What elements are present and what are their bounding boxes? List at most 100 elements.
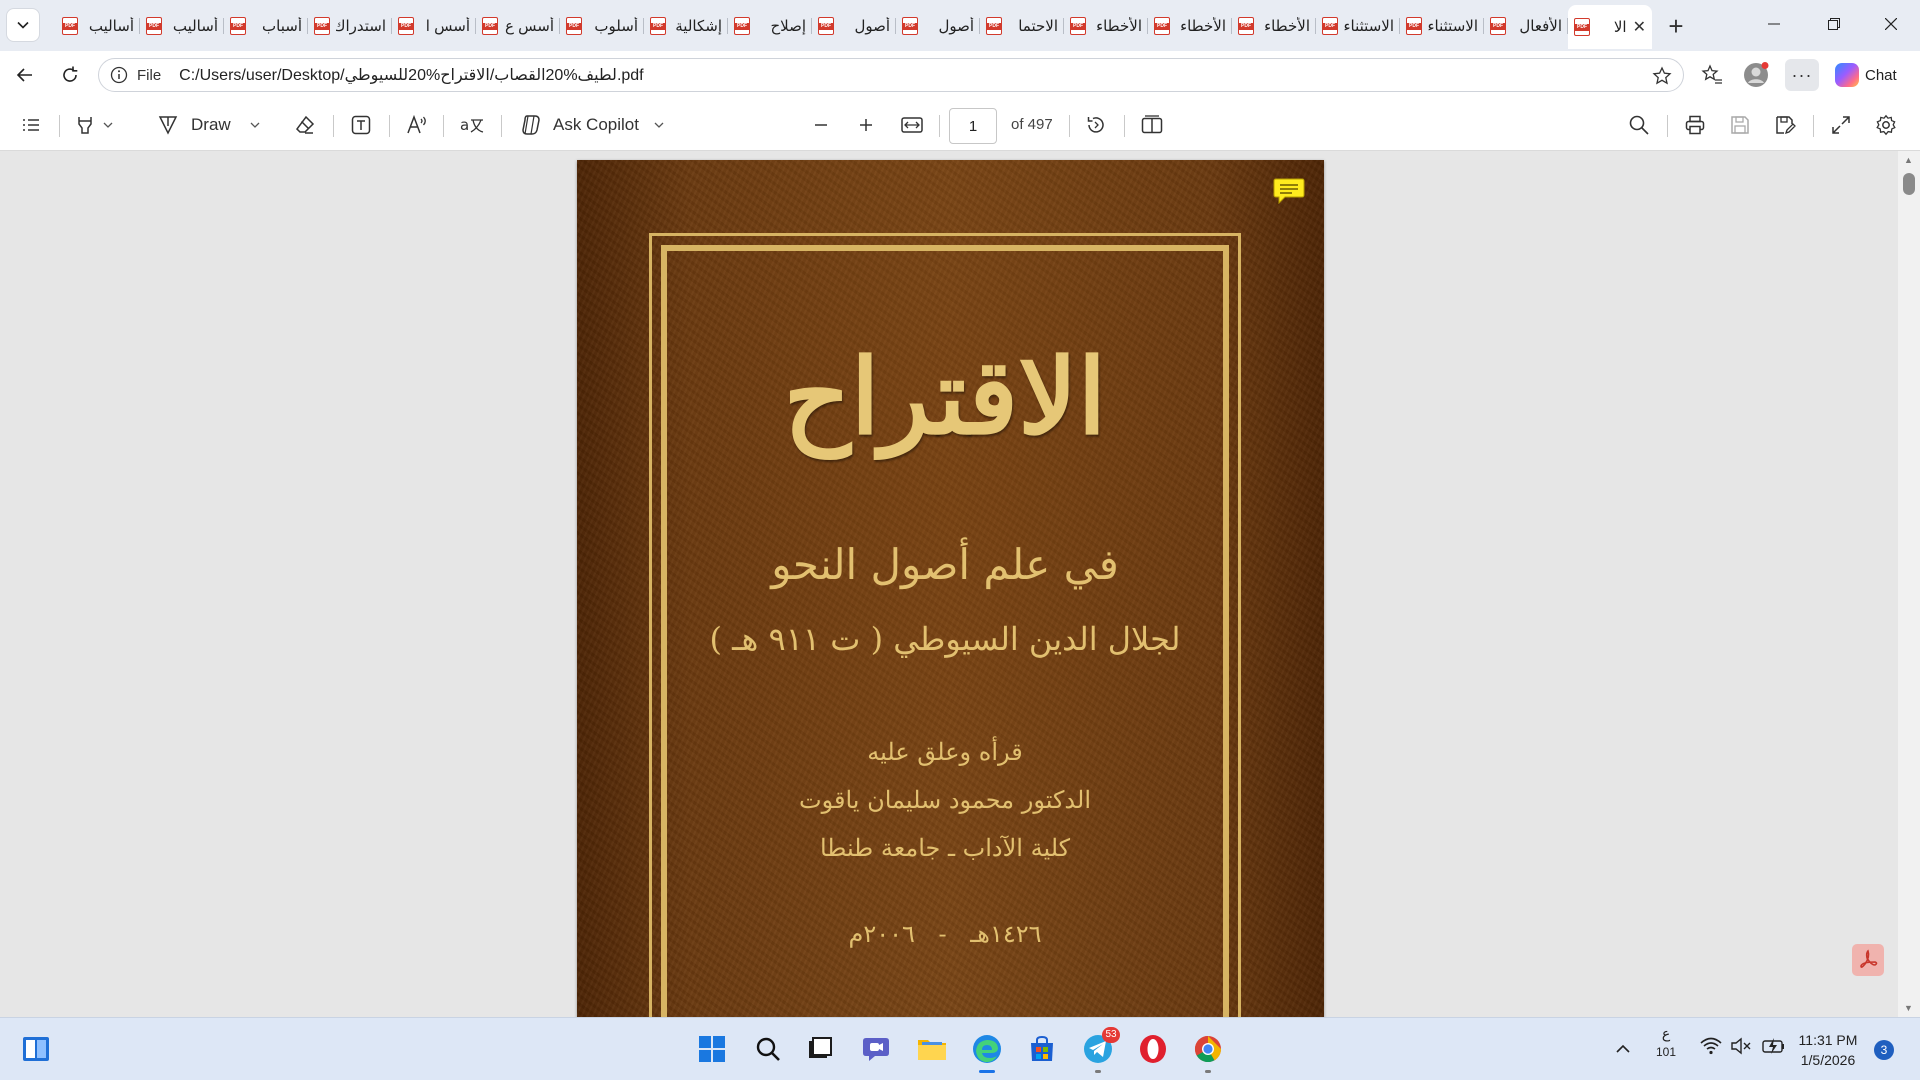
tab-title: استدراك: [336, 18, 386, 35]
draw-button[interactable]: Draw: [157, 109, 261, 141]
show-hidden-icons-button[interactable]: [1604, 1029, 1642, 1069]
fit-to-width-button[interactable]: [900, 109, 924, 141]
close-window-button[interactable]: [1862, 0, 1920, 48]
add-text-button[interactable]: [350, 109, 372, 141]
tab[interactable]: الاحتما: [980, 6, 1064, 46]
tab[interactable]: أصول: [812, 6, 896, 46]
back-button[interactable]: [9, 59, 41, 91]
tab-title: إشكالية: [675, 18, 722, 35]
copilot-chat-button[interactable]: Chat: [1829, 58, 1915, 92]
ask-copilot-button[interactable]: Ask Copilot: [519, 109, 665, 141]
tab[interactable]: الأخطاء: [1064, 6, 1148, 46]
tab[interactable]: استدراك: [308, 6, 392, 46]
vertical-scrollbar[interactable]: ▲ ▼: [1898, 151, 1920, 1017]
scroll-down-arrow-icon[interactable]: ▼: [1904, 1003, 1913, 1013]
fullscreen-button[interactable]: [1830, 109, 1852, 141]
tab[interactable]: الأخطاء: [1148, 6, 1232, 46]
page-number-input[interactable]: 1: [949, 108, 997, 144]
profile-button[interactable]: [1740, 59, 1772, 91]
tab[interactable]: أسلوب: [560, 6, 644, 46]
close-tab-icon[interactable]: ✕: [1633, 17, 1646, 37]
tab-title: أسس ا: [425, 18, 470, 35]
clock-time: 11:31 PM: [1798, 1032, 1858, 1048]
gear-icon: [1876, 114, 1896, 136]
wifi-icon: [1700, 1037, 1722, 1055]
input-language-indicator[interactable]: ع 101: [1654, 1024, 1678, 1062]
tab[interactable]: أساليب: [140, 6, 224, 46]
pdf-file-icon: [1322, 17, 1338, 35]
print-button[interactable]: [1684, 109, 1706, 141]
comment-note-icon[interactable]: [1273, 178, 1305, 205]
page-view-button[interactable]: [1140, 109, 1164, 141]
tab-actions-menu-button[interactable]: [6, 8, 40, 42]
contents-button[interactable]: [20, 109, 42, 141]
tab-active[interactable]: الا ✕: [1568, 5, 1652, 49]
zoom-in-button[interactable]: [856, 109, 876, 141]
chrome-button[interactable]: [1188, 1029, 1228, 1073]
edge-taskbar-button[interactable]: [967, 1029, 1007, 1073]
telegram-button[interactable]: 53: [1078, 1027, 1120, 1073]
tab[interactable]: الاستثناء: [1400, 6, 1484, 46]
store-icon: [1031, 1035, 1053, 1061]
favorites-button[interactable]: [1696, 59, 1728, 91]
pdf-file-icon: [482, 17, 498, 35]
address-url[interactable]: C:/Users/user/Desktop/لطيف%20القصاب/الاق…: [179, 65, 643, 85]
read-aloud-button[interactable]: [405, 109, 429, 141]
ask-copilot-label: Ask Copilot: [553, 115, 639, 134]
search-button[interactable]: [748, 1029, 788, 1069]
favorite-star-icon[interactable]: [1651, 65, 1673, 87]
chevron-down-icon[interactable]: [102, 119, 114, 131]
tab-title: أساليب: [172, 18, 218, 35]
tab[interactable]: إصلاح: [728, 6, 812, 46]
save-as-icon: [1776, 116, 1796, 135]
refresh-button[interactable]: [54, 59, 86, 91]
erase-button[interactable]: [294, 109, 316, 141]
arrow-left-icon: [16, 68, 32, 82]
tab[interactable]: الاستثناء: [1316, 6, 1400, 46]
network-status[interactable]: [1700, 1036, 1722, 1059]
pdf-settings-button[interactable]: [1875, 109, 1897, 141]
toolbar-divider: [59, 115, 60, 137]
favorites-icon: [1701, 64, 1722, 84]
tab[interactable]: أسباب: [224, 6, 308, 46]
scrollbar-thumb[interactable]: [1903, 173, 1915, 195]
scroll-up-arrow-icon[interactable]: ▲: [1904, 155, 1913, 165]
teams-chat-button[interactable]: [856, 1029, 896, 1069]
tab[interactable]: أسس ع: [476, 6, 560, 46]
tab[interactable]: الأخطاء: [1232, 6, 1316, 46]
adobe-acrobat-button[interactable]: [1852, 944, 1884, 976]
new-tab-button[interactable]: +: [1660, 10, 1692, 42]
address-bar[interactable]: File C:/Users/user/Desktop/لطيف%20القصاب…: [98, 58, 1684, 92]
battery-status[interactable]: [1762, 1036, 1786, 1059]
minimize-button[interactable]: [1745, 0, 1803, 48]
tab[interactable]: أصول: [896, 6, 980, 46]
highlight-button[interactable]: [74, 109, 114, 141]
zoom-out-button[interactable]: [811, 109, 831, 141]
system-clock[interactable]: 11:31 PM 1/5/2026: [1796, 1030, 1860, 1070]
widgets-button[interactable]: [16, 1029, 56, 1069]
save-button[interactable]: [1729, 109, 1751, 141]
file-explorer-button[interactable]: [912, 1029, 952, 1069]
translate-button[interactable]: a: [459, 109, 485, 141]
tab[interactable]: أساليب: [56, 6, 140, 46]
rotate-button[interactable]: [1085, 109, 1107, 141]
start-button[interactable]: [692, 1029, 732, 1069]
pdf-page-cover[interactable]: الاقتراح في علم أصول النحو لجلال الدين ا…: [577, 160, 1324, 1017]
tab[interactable]: إشكالية: [644, 6, 728, 46]
notification-count-badge[interactable]: 3: [1874, 1040, 1894, 1060]
tab[interactable]: أسس ا: [392, 6, 476, 46]
pdf-viewer-area[interactable]: الاقتراح في علم أصول النحو لجلال الدين ا…: [4, 151, 1898, 1017]
tab[interactable]: الأفعال: [1484, 6, 1568, 46]
settings-more-button[interactable]: ···: [1785, 59, 1819, 91]
info-icon[interactable]: [109, 65, 129, 85]
chrome-icon: [1194, 1035, 1222, 1063]
opera-button[interactable]: [1133, 1029, 1173, 1069]
save-as-button[interactable]: [1774, 109, 1796, 141]
chevron-down-icon[interactable]: [249, 119, 261, 131]
restore-button[interactable]: [1805, 0, 1863, 48]
volume-status[interactable]: [1730, 1036, 1752, 1059]
chevron-down-icon[interactable]: [653, 119, 665, 131]
task-view-button[interactable]: [800, 1029, 840, 1069]
microsoft-store-button[interactable]: [1022, 1029, 1062, 1069]
find-button[interactable]: [1628, 109, 1650, 141]
